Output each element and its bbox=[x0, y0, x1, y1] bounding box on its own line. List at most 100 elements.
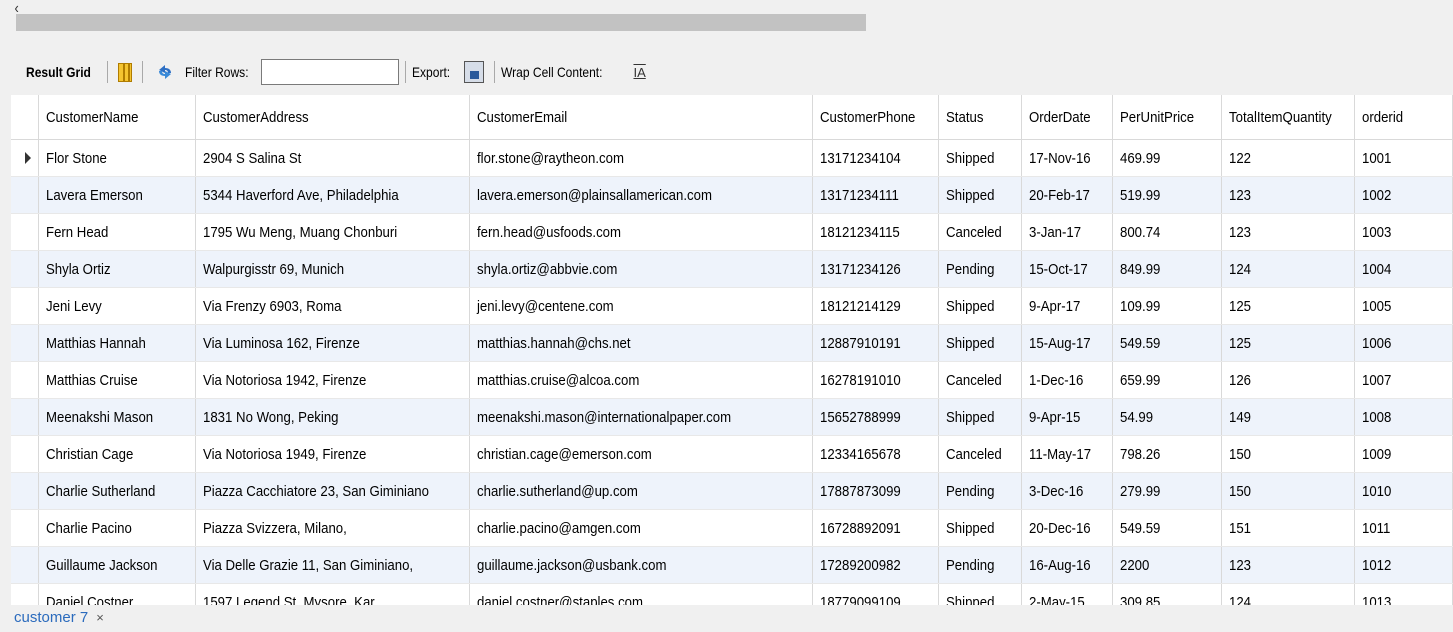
column-header[interactable]: orderid bbox=[1354, 95, 1453, 140]
table-cell[interactable]: 1597 Legend St, Mysore, Kar bbox=[195, 583, 470, 605]
table-cell[interactable]: christian.cage@emerson.com bbox=[469, 435, 813, 473]
row-header[interactable] bbox=[11, 398, 40, 436]
table-row[interactable]: Jeni Levy Via Frenzy 6903, Roma jeni.levy@… bbox=[11, 287, 1453, 325]
filter-rows-input[interactable] bbox=[261, 59, 400, 85]
table-row[interactable]: Flor Stone 2904 S Salina St flor.stone@ray… bbox=[11, 139, 1453, 177]
row-header[interactable] bbox=[11, 324, 40, 362]
table-cell[interactable]: 1-Dec-16 bbox=[1021, 361, 1114, 399]
table-cell[interactable]: 3-Jan-17 bbox=[1021, 213, 1114, 251]
table-cell[interactable]: 549.59 bbox=[1112, 324, 1223, 362]
table-cell[interactable]: 16-Aug-16 bbox=[1021, 546, 1114, 584]
table-cell[interactable]: 17-Nov-16 bbox=[1021, 139, 1114, 177]
table-cell[interactable]: 20-Dec-16 bbox=[1021, 509, 1114, 547]
table-cell[interactable]: Via Notoriosa 1949, Firenze bbox=[195, 435, 470, 473]
column-header[interactable]: Status bbox=[938, 95, 1022, 140]
row-header[interactable] bbox=[11, 546, 40, 584]
table-cell[interactable]: 124 bbox=[1221, 583, 1355, 605]
table-cell[interactable]: 123 bbox=[1221, 546, 1355, 584]
table-cell[interactable]: 15-Oct-17 bbox=[1021, 250, 1114, 288]
row-header[interactable] bbox=[11, 583, 40, 605]
table-cell[interactable]: 519.99 bbox=[1112, 176, 1223, 214]
table-cell[interactable]: 5344 Haverford Ave, Philadelphia bbox=[195, 176, 470, 214]
table-cell[interactable]: 18121214129 bbox=[812, 287, 940, 325]
table-cell[interactable]: 16728892091 bbox=[812, 509, 940, 547]
row-header[interactable] bbox=[11, 435, 40, 473]
table-cell[interactable]: 1002 bbox=[1354, 176, 1453, 214]
row-header[interactable] bbox=[11, 176, 40, 214]
table-row[interactable]: Fern Head 1795 Wu Meng, Muang Chonburi fer… bbox=[11, 213, 1453, 251]
table-cell[interactable]: daniel.costner@staples.com bbox=[469, 583, 813, 605]
table-cell[interactable]: 125 bbox=[1221, 324, 1355, 362]
table-cell[interactable]: guillaume.jackson@usbank.com bbox=[469, 546, 813, 584]
table-cell[interactable]: 1005 bbox=[1354, 287, 1453, 325]
refresh-icon[interactable] bbox=[155, 62, 175, 82]
table-cell[interactable]: Matthias Cruise bbox=[38, 361, 197, 399]
table-cell[interactable]: 279.99 bbox=[1112, 472, 1223, 510]
table-cell[interactable]: Via Luminosa 162, Firenze bbox=[195, 324, 470, 362]
table-cell[interactable]: 15-Aug-17 bbox=[1021, 324, 1114, 362]
table-cell[interactable]: fern.head@usfoods.com bbox=[469, 213, 813, 251]
table-cell[interactable]: Fern Head bbox=[38, 213, 197, 251]
table-cell[interactable]: Piazza Cacchiatore 23, San Giminiano bbox=[195, 472, 470, 510]
table-cell[interactable]: Via Frenzy 6903, Roma bbox=[195, 287, 470, 325]
table-cell[interactable]: Lavera Emerson bbox=[38, 176, 197, 214]
table-cell[interactable]: Shipped bbox=[938, 583, 1022, 605]
table-row[interactable]: Christian Cage Via Notoriosa 1949, Firenz… bbox=[11, 435, 1453, 473]
table-cell[interactable]: matthias.cruise@alcoa.com bbox=[469, 361, 813, 399]
table-cell[interactable]: 1012 bbox=[1354, 546, 1453, 584]
table-row[interactable]: Charlie Pacino Piazza Svizzera, Milano, ch… bbox=[11, 509, 1453, 547]
table-cell[interactable]: Charlie Sutherland bbox=[38, 472, 197, 510]
table-cell[interactable]: Shipped bbox=[938, 139, 1022, 177]
table-cell[interactable]: charlie.pacino@amgen.com bbox=[469, 509, 813, 547]
table-cell[interactable]: 1004 bbox=[1354, 250, 1453, 288]
table-cell[interactable]: 1009 bbox=[1354, 435, 1453, 473]
close-tab-icon[interactable]: × bbox=[96, 610, 104, 625]
table-cell[interactable]: Via Delle Grazie 11, San Giminiano, bbox=[195, 546, 470, 584]
table-cell[interactable]: 309.85 bbox=[1112, 583, 1223, 605]
table-cell[interactable]: 1013 bbox=[1354, 583, 1453, 605]
table-cell[interactable]: Walpurgisstr 69, Munich bbox=[195, 250, 470, 288]
table-cell[interactable]: 13171234111 bbox=[812, 176, 940, 214]
table-cell[interactable]: 122 bbox=[1221, 139, 1355, 177]
table-cell[interactable]: matthias.hannah@chs.net bbox=[469, 324, 813, 362]
table-cell[interactable]: 12334165678 bbox=[812, 435, 940, 473]
table-cell[interactable]: 9-Apr-15 bbox=[1021, 398, 1114, 436]
table-cell[interactable]: Matthias Hannah bbox=[38, 324, 197, 362]
table-cell[interactable]: 1007 bbox=[1354, 361, 1453, 399]
row-header[interactable] bbox=[11, 287, 40, 325]
table-cell[interactable]: 151 bbox=[1221, 509, 1355, 547]
table-cell[interactable]: Shipped bbox=[938, 176, 1022, 214]
table-cell[interactable]: Piazza Svizzera, Milano, bbox=[195, 509, 470, 547]
table-cell[interactable]: 124 bbox=[1221, 250, 1355, 288]
table-cell[interactable]: 12887910191 bbox=[812, 324, 940, 362]
table-cell[interactable]: 123 bbox=[1221, 213, 1355, 251]
row-header[interactable] bbox=[11, 361, 40, 399]
table-cell[interactable]: Via Notoriosa 1942, Firenze bbox=[195, 361, 470, 399]
table-cell[interactable]: 800.74 bbox=[1112, 213, 1223, 251]
table-cell[interactable]: Flor Stone bbox=[38, 139, 197, 177]
table-cell[interactable]: 798.26 bbox=[1112, 435, 1223, 473]
table-cell[interactable]: 1795 Wu Meng, Muang Chonburi bbox=[195, 213, 470, 251]
table-cell[interactable]: Canceled bbox=[938, 435, 1022, 473]
table-cell[interactable]: Jeni Levy bbox=[38, 287, 197, 325]
table-row[interactable]: Matthias Hannah Via Luminosa 162, Firenze… bbox=[11, 324, 1453, 362]
table-cell[interactable]: 149 bbox=[1221, 398, 1355, 436]
table-cell[interactable]: Shipped bbox=[938, 324, 1022, 362]
row-header[interactable] bbox=[11, 472, 40, 510]
table-cell[interactable]: 1001 bbox=[1354, 139, 1453, 177]
table-cell[interactable]: 1006 bbox=[1354, 324, 1453, 362]
result-grid-label[interactable]: Result Grid bbox=[26, 64, 91, 80]
table-row[interactable]: Lavera Emerson 5344 Haverford Ave, Philad… bbox=[11, 176, 1453, 214]
table-cell[interactable]: 9-Apr-17 bbox=[1021, 287, 1114, 325]
table-cell[interactable]: Pending bbox=[938, 250, 1022, 288]
table-cell[interactable]: flor.stone@raytheon.com bbox=[469, 139, 813, 177]
table-cell[interactable]: 16278191010 bbox=[812, 361, 940, 399]
row-header[interactable] bbox=[11, 509, 40, 547]
table-cell[interactable]: 125 bbox=[1221, 287, 1355, 325]
table-cell[interactable]: Canceled bbox=[938, 213, 1022, 251]
column-header[interactable]: CustomerAddress bbox=[195, 95, 470, 140]
table-cell[interactable]: Shipped bbox=[938, 509, 1022, 547]
table-cell[interactable]: 123 bbox=[1221, 176, 1355, 214]
column-header[interactable]: PerUnitPrice bbox=[1112, 95, 1223, 140]
wrap-cell-content-icon[interactable]: IA bbox=[633, 65, 645, 80]
